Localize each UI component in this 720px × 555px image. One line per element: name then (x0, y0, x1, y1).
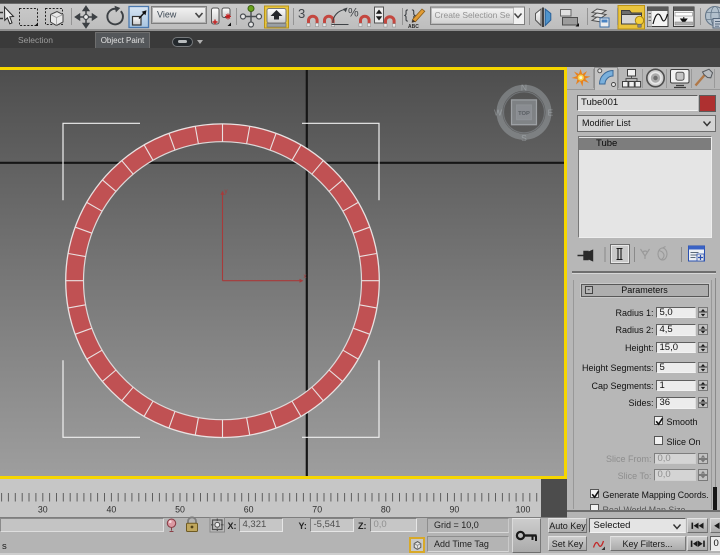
svg-text:W: W (494, 107, 502, 117)
svg-text:40: 40 (107, 505, 117, 515)
svg-text:30: 30 (38, 505, 48, 515)
svg-text:Create Selection Se: Create Selection Se (435, 10, 511, 20)
svg-text:View: View (157, 10, 177, 20)
svg-text:50: 50 (175, 505, 185, 515)
svg-text:3: 3 (298, 6, 305, 21)
svg-text:%: % (348, 6, 359, 20)
svg-text:N: N (521, 82, 527, 92)
svg-text:S: S (521, 132, 527, 142)
svg-text:80: 80 (381, 505, 391, 515)
svg-text:90: 90 (450, 505, 460, 515)
svg-text:y: y (225, 188, 228, 194)
svg-text:70: 70 (312, 505, 322, 515)
svg-text:TOP: TOP (518, 110, 530, 116)
svg-text:ABC: ABC (408, 24, 419, 30)
svg-text:100: 100 (516, 505, 531, 515)
svg-text:x: x (303, 273, 306, 279)
svg-text:E: E (548, 107, 554, 117)
svg-text:60: 60 (244, 505, 254, 515)
